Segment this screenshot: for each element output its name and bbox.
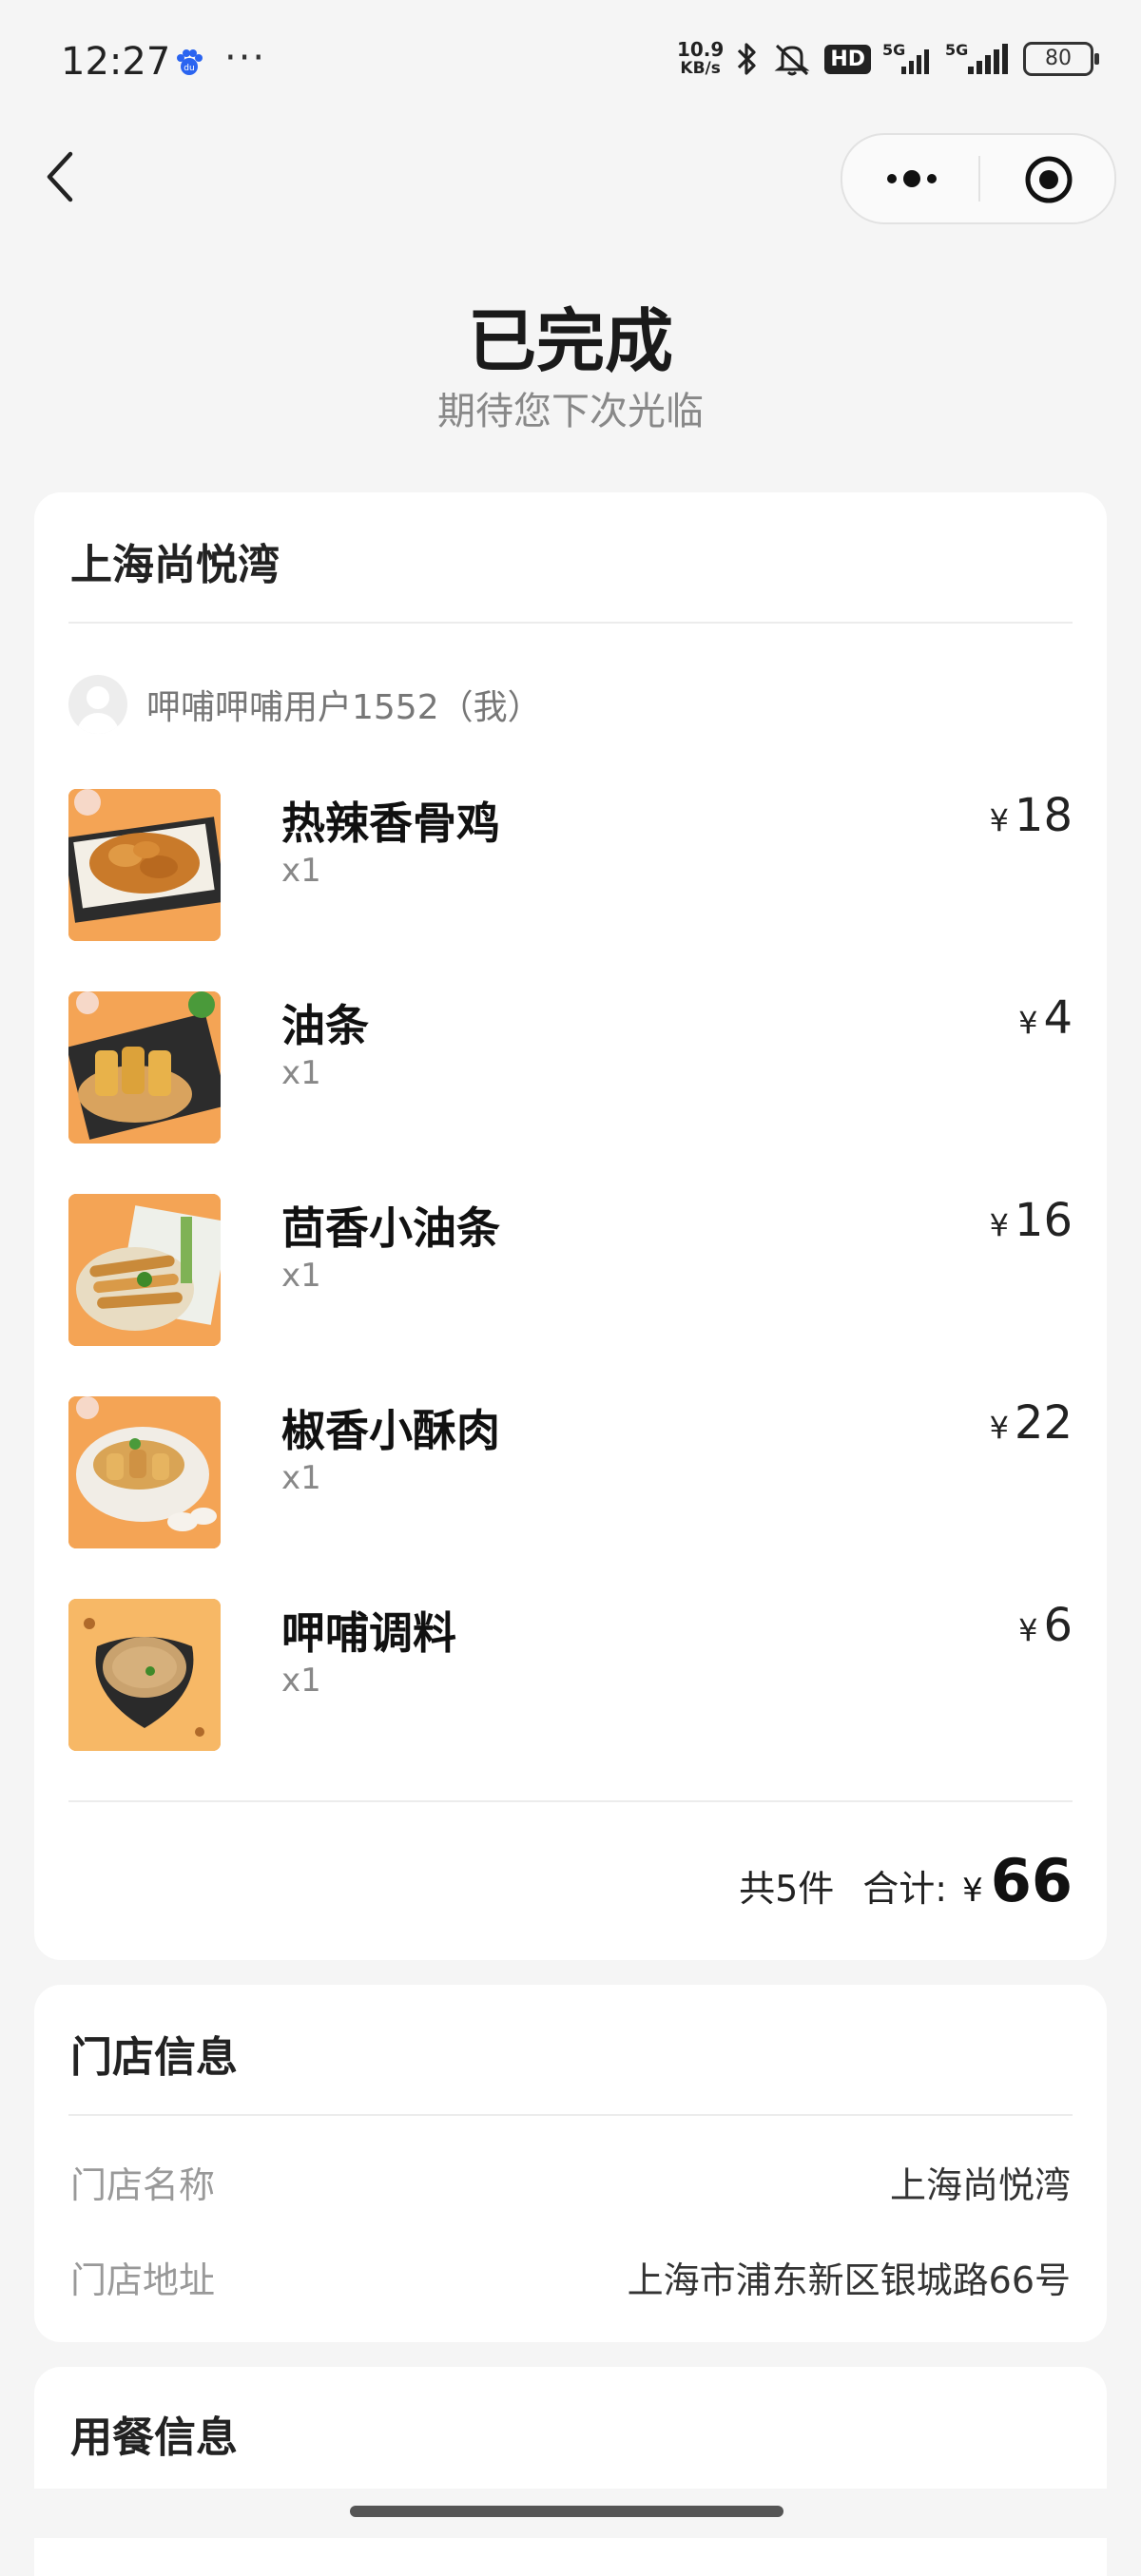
total-amount: 66 <box>990 1846 1073 1915</box>
bluetooth-icon <box>738 43 756 75</box>
status-bar: 12:27 du ··· 10.9 KB/s HD 5G 5G 80 <box>0 0 1141 129</box>
signal-5g-icon: 5G <box>882 41 929 74</box>
total-currency: ¥ <box>962 1872 983 1910</box>
avatar <box>68 675 127 734</box>
close-target-icon[interactable] <box>1023 154 1074 205</box>
order-status-subtitle: 期待您下次光临 <box>437 390 704 433</box>
order-status-title: 已完成 <box>467 301 673 381</box>
dining-info-card: 用餐信息 <box>34 2367 1107 2576</box>
battery-indicator: 80 <box>1023 42 1099 76</box>
store-info-title: 门店信息 <box>70 2033 238 2082</box>
status-more-dots: ··· <box>224 36 267 80</box>
divider <box>68 622 1073 624</box>
item-name: 椒香小酥肉 <box>281 1405 500 1456</box>
order-total: 共5件 合计: ¥ 66 <box>739 1846 1073 1915</box>
svg-text:5G: 5G <box>882 41 905 59</box>
fennel-youtiao-image <box>68 1194 221 1346</box>
item-quantity: x1 <box>281 1662 321 1700</box>
hd-icon: HD <box>824 44 871 74</box>
store-name-label: 门店名称 <box>70 2164 216 2206</box>
store-name-value: 上海尚悦湾 <box>889 2164 1071 2206</box>
item-price: ¥4 <box>1018 991 1073 1045</box>
order-item[interactable]: 呷哺调料 x1 ¥6 <box>68 1599 1073 1751</box>
signal-5g-icon-2: 5G <box>945 41 1008 74</box>
item-price: ¥16 <box>989 1194 1073 1247</box>
more-options-icon[interactable] <box>880 158 943 200</box>
item-price: ¥22 <box>989 1396 1073 1450</box>
order-item[interactable]: 椒香小酥肉 x1 ¥22 <box>68 1396 1073 1548</box>
item-name: 茴香小油条 <box>281 1202 500 1254</box>
back-arrow-icon[interactable] <box>42 148 80 205</box>
user-name: 呷哺呷哺用户1552（我） <box>146 688 542 727</box>
total-item-count: 共5件 <box>739 1868 835 1910</box>
item-quantity: x1 <box>281 852 321 890</box>
order-user: 呷哺呷哺用户1552（我） <box>68 675 542 734</box>
svg-text:du: du <box>184 64 194 73</box>
order-items-card: 上海尚悦湾 呷哺呷哺用户1552（我） 热辣香骨鸡 x1 ¥18 油条 x1 ¥… <box>34 492 1107 1960</box>
store-name-heading: 上海尚悦湾 <box>70 541 280 589</box>
baidu-app-icon: du <box>177 49 203 75</box>
item-quantity: x1 <box>281 1459 321 1497</box>
mute-bell-icon <box>774 44 810 76</box>
network-speed: 10.9 KB/s <box>676 38 725 78</box>
order-item[interactable]: 热辣香骨鸡 x1 ¥18 <box>68 789 1073 941</box>
home-indicator[interactable] <box>350 2506 783 2517</box>
store-address-value: 上海市浦东新区银城路66号 <box>627 2259 1071 2301</box>
divider <box>68 2114 1073 2116</box>
capsule-divider <box>978 156 980 202</box>
mini-program-capsule <box>841 133 1116 224</box>
svg-text:5G: 5G <box>945 41 968 59</box>
item-price: ¥18 <box>989 789 1073 842</box>
fried-chicken-image <box>68 789 221 941</box>
store-address-label: 门店地址 <box>70 2259 216 2301</box>
item-name: 油条 <box>281 1000 369 1051</box>
status-time: 12:27 <box>61 40 171 84</box>
item-price: ¥6 <box>1018 1599 1073 1652</box>
item-name: 热辣香骨鸡 <box>281 798 500 849</box>
order-item[interactable]: 茴香小油条 x1 ¥16 <box>68 1194 1073 1346</box>
order-item[interactable]: 油条 x1 ¥4 <box>68 991 1073 1144</box>
crispy-pork-image <box>68 1396 221 1548</box>
youtiao-image <box>68 991 221 1144</box>
item-quantity: x1 <box>281 1054 321 1092</box>
dining-info-title: 用餐信息 <box>70 2413 238 2462</box>
total-label: 合计: <box>862 1868 948 1910</box>
item-quantity: x1 <box>281 1257 321 1295</box>
sauce-image <box>68 1599 221 1751</box>
divider <box>68 1800 1073 1802</box>
store-info-card: 门店信息 门店名称 上海尚悦湾 门店地址 上海市浦东新区银城路66号 <box>34 1985 1107 2342</box>
item-name: 呷哺调料 <box>281 1607 456 1659</box>
